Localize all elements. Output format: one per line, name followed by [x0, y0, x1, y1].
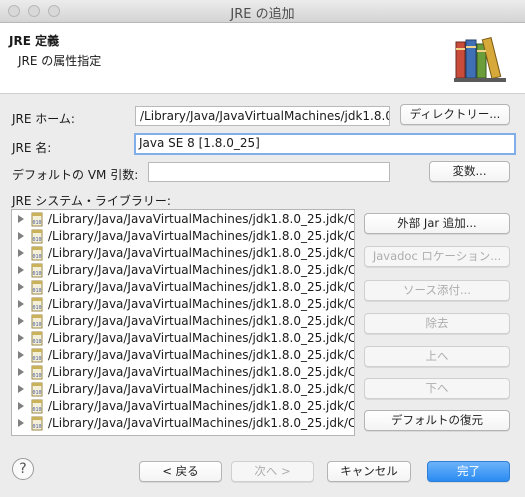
jar-file-icon: 010 — [31, 314, 43, 329]
jre-home-label: JRE ホーム: — [12, 112, 75, 126]
expand-arrow-icon[interactable] — [18, 283, 24, 291]
library-list[interactable]: 010/Library/Java/JavaVirtualMachines/jdk… — [11, 209, 355, 436]
jar-file-icon: 010 — [31, 365, 43, 380]
jar-file-icon: 010 — [31, 331, 43, 346]
jar-file-icon: 010 — [31, 246, 43, 261]
javadoc-location-button[interactable]: Javadoc ロケーション... — [364, 246, 510, 267]
expand-arrow-icon[interactable] — [18, 402, 24, 410]
library-path-text: /Library/Java/JavaVirtualMachines/jdk1.8… — [48, 416, 354, 430]
page-subtitle: JRE の属性指定 — [18, 54, 102, 68]
up-button[interactable]: 上へ — [364, 346, 510, 367]
library-path-text: /Library/Java/JavaVirtualMachines/jdk1.8… — [48, 314, 354, 328]
svg-text:010: 010 — [32, 407, 41, 413]
library-path-text: /Library/Java/JavaVirtualMachines/jdk1.8… — [48, 297, 354, 311]
library-path-text: /Library/Java/JavaVirtualMachines/jdk1.8… — [48, 365, 354, 379]
back-button[interactable]: < 戻る — [139, 461, 222, 482]
jar-file-icon: 010 — [31, 416, 43, 431]
library-list-item[interactable]: 010/Library/Java/JavaVirtualMachines/jdk… — [12, 381, 354, 398]
expand-arrow-icon[interactable] — [18, 419, 24, 427]
library-list-item[interactable]: 010/Library/Java/JavaVirtualMachines/jdk… — [12, 313, 354, 330]
books-icon — [454, 37, 506, 82]
library-list-item[interactable]: 010/Library/Java/JavaVirtualMachines/jdk… — [12, 228, 354, 245]
vm-args-label: デフォルトの VM 引数: — [12, 168, 139, 182]
svg-text:010: 010 — [32, 288, 41, 294]
library-path-text: /Library/Java/JavaVirtualMachines/jdk1.8… — [48, 246, 354, 260]
library-list-item[interactable]: 010/Library/Java/JavaVirtualMachines/jdk… — [12, 415, 354, 432]
expand-arrow-icon[interactable] — [18, 215, 24, 223]
library-path-text: /Library/Java/JavaVirtualMachines/jdk1.8… — [48, 229, 354, 243]
variables-button[interactable]: 変数... — [429, 161, 510, 182]
restore-default-button[interactable]: デフォルトの復元 — [364, 410, 510, 431]
expand-arrow-icon[interactable] — [18, 317, 24, 325]
svg-text:010: 010 — [32, 356, 41, 362]
library-path-text: /Library/Java/JavaVirtualMachines/jdk1.8… — [48, 331, 354, 345]
library-path-text: /Library/Java/JavaVirtualMachines/jdk1.8… — [48, 263, 354, 277]
page-title: JRE 定義 — [9, 34, 60, 48]
expand-arrow-icon[interactable] — [18, 368, 24, 376]
library-path-text: /Library/Java/JavaVirtualMachines/jdk1.8… — [48, 348, 354, 362]
expand-arrow-icon[interactable] — [18, 351, 24, 359]
jar-file-icon: 010 — [31, 399, 43, 414]
expand-arrow-icon[interactable] — [18, 300, 24, 308]
jar-file-icon: 010 — [31, 280, 43, 295]
svg-text:010: 010 — [32, 373, 41, 379]
jar-file-icon: 010 — [31, 382, 43, 397]
library-path-text: /Library/Java/JavaVirtualMachines/jdk1.8… — [48, 212, 354, 226]
jar-file-icon: 010 — [31, 263, 43, 278]
library-label: JRE システム・ライブラリー: — [12, 194, 171, 208]
library-list-item[interactable]: 010/Library/Java/JavaVirtualMachines/jdk… — [12, 211, 354, 228]
library-path-text: /Library/Java/JavaVirtualMachines/jdk1.8… — [48, 399, 354, 413]
remove-button[interactable]: 除去 — [364, 313, 510, 334]
jar-file-icon: 010 — [31, 297, 43, 312]
library-path-text: /Library/Java/JavaVirtualMachines/jdk1.8… — [48, 280, 354, 294]
window-title: JRE の追加 — [230, 7, 295, 22]
svg-text:010: 010 — [32, 305, 41, 311]
expand-arrow-icon[interactable] — [18, 232, 24, 240]
library-list-item[interactable]: 010/Library/Java/JavaVirtualMachines/jdk… — [12, 364, 354, 381]
title-bar: JRE の追加 — [0, 0, 525, 23]
add-external-jar-button[interactable]: 外部 Jar 追加... — [364, 213, 510, 234]
down-button[interactable]: 下へ — [364, 378, 510, 399]
jre-name-label: JRE 名: — [12, 141, 52, 155]
expand-arrow-icon[interactable] — [18, 266, 24, 274]
library-list-item[interactable]: 010/Library/Java/JavaVirtualMachines/jdk… — [12, 347, 354, 364]
finish-button[interactable]: 完了 — [427, 461, 510, 482]
svg-text:010: 010 — [32, 424, 41, 430]
svg-text:010: 010 — [32, 220, 41, 226]
jar-file-icon: 010 — [31, 348, 43, 363]
library-path-text: /Library/Java/JavaVirtualMachines/jdk1.8… — [48, 382, 355, 396]
library-list-item[interactable]: 010/Library/Java/JavaVirtualMachines/jdk… — [12, 296, 354, 313]
library-list-item[interactable]: 010/Library/Java/JavaVirtualMachines/jdk… — [12, 262, 354, 279]
expand-arrow-icon[interactable] — [18, 385, 24, 393]
expand-arrow-icon[interactable] — [18, 334, 24, 342]
jre-name-field[interactable]: Java SE 8 [1.8.0_25] — [134, 133, 516, 155]
next-button[interactable]: 次へ > — [231, 461, 314, 482]
library-list-item[interactable]: 010/Library/Java/JavaVirtualMachines/jdk… — [12, 245, 354, 262]
jre-home-field[interactable]: /Library/Java/JavaVirtualMachines/jdk1.8… — [135, 106, 390, 126]
vm-args-field[interactable] — [148, 162, 390, 182]
library-list-item[interactable]: 010/Library/Java/JavaVirtualMachines/jdk… — [12, 279, 354, 296]
library-list-item[interactable]: 010/Library/Java/JavaVirtualMachines/jdk… — [12, 330, 354, 347]
svg-text:010: 010 — [32, 322, 41, 328]
jar-file-icon: 010 — [31, 212, 43, 227]
expand-arrow-icon[interactable] — [18, 249, 24, 257]
jar-file-icon: 010 — [31, 229, 43, 244]
add-jre-dialog: JRE の追加 JRE 定義 JRE の属性指定 JRE ホーム: /Libra… — [0, 0, 525, 497]
svg-text:010: 010 — [32, 237, 41, 243]
svg-text:010: 010 — [32, 254, 41, 260]
help-button[interactable]: ? — [12, 458, 34, 480]
library-list-item[interactable]: 010/Library/Java/JavaVirtualMachines/jdk… — [12, 398, 354, 415]
cancel-button[interactable]: キャンセル — [327, 461, 411, 482]
wizard-header: JRE 定義 JRE の属性指定 — [0, 23, 525, 94]
svg-text:010: 010 — [32, 339, 41, 345]
directory-button[interactable]: ディレクトリー... — [400, 104, 510, 125]
source-attachment-button[interactable]: ソース添付... — [364, 280, 510, 301]
svg-text:010: 010 — [32, 390, 41, 396]
svg-text:010: 010 — [32, 271, 41, 277]
